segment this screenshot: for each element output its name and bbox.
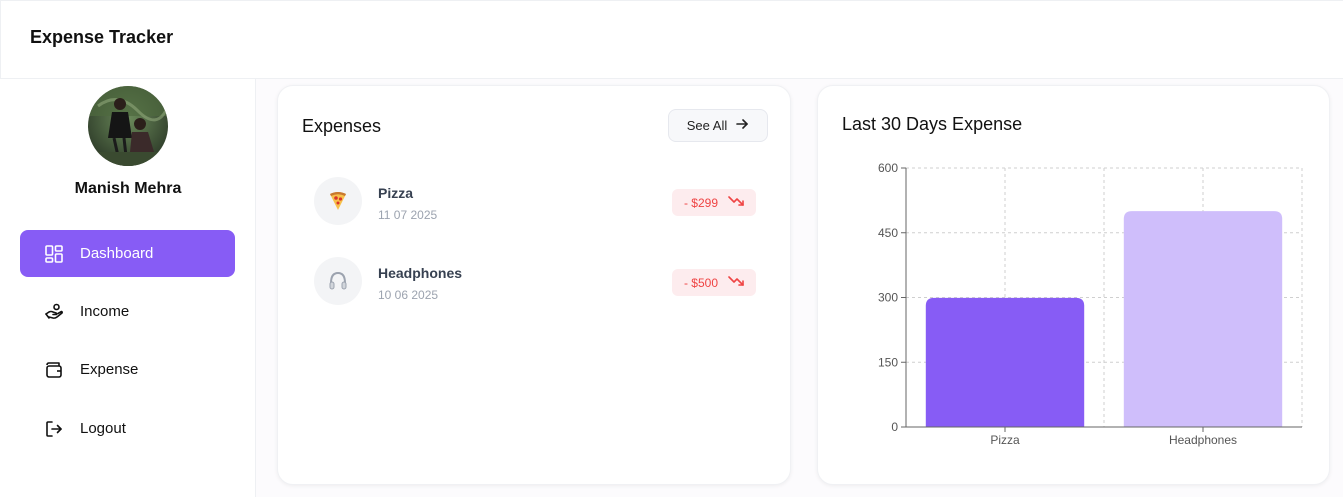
expense-amount-badge: - $299 xyxy=(671,189,756,216)
bar-pizza xyxy=(925,297,1085,427)
x-tick-label: Headphones xyxy=(1169,433,1237,447)
headphones-emoji-icon xyxy=(314,257,362,305)
sidebar-item-income[interactable]: Income xyxy=(20,288,235,335)
y-tick-label: 300 xyxy=(878,291,898,305)
wallet-icon xyxy=(44,360,64,380)
expense-date: 11 07 2025 xyxy=(378,208,438,222)
expenses-card-title: Expenses xyxy=(302,116,382,136)
expense-name: Pizza xyxy=(378,185,414,201)
trending-down-icon xyxy=(728,275,744,290)
sidebar-item-expense[interactable]: Expense xyxy=(20,346,235,393)
sidebar-item-label: Expense xyxy=(80,361,139,378)
expense-name: Headphones xyxy=(378,265,463,281)
top-bar: Expense Tracker xyxy=(0,0,1343,79)
app-title: Expense Tracker xyxy=(30,27,174,47)
expense-amount: - $500 xyxy=(683,275,718,290)
see-all-label: See All xyxy=(686,118,728,133)
user-name: Manish Mehra xyxy=(74,180,182,197)
y-tick-label: 0 xyxy=(891,420,898,434)
sidebar-item-logout[interactable]: Logout xyxy=(20,405,235,452)
expense-bar-chart: 0 150 300 450 600 Pizza Headphones xyxy=(878,161,1303,447)
y-tick-label: 450 xyxy=(878,226,898,240)
y-tick-label: 150 xyxy=(878,355,898,369)
sidebar-item-label: Dashboard xyxy=(80,245,154,262)
x-tick-label: Pizza xyxy=(990,433,1020,447)
sidebar-item-label: Logout xyxy=(80,420,126,437)
expense-amount: - $299 xyxy=(683,195,718,210)
sidebar: Manish Mehra Dashboard Income Expense Lo… xyxy=(0,79,256,497)
avatar xyxy=(88,86,168,166)
expenses-card: Expenses See All Pizza 11 07 2025 - $299 xyxy=(277,85,791,485)
expense-date: 10 06 2025 xyxy=(378,288,439,302)
see-all-button[interactable]: See All xyxy=(668,109,768,142)
logout-icon xyxy=(44,419,64,439)
chart-card: Last 30 Days Expense 0 150 300 450 600 Pizza H… xyxy=(817,85,1330,485)
pizza-emoji-icon xyxy=(314,177,362,225)
expense-list-item[interactable]: Pizza 11 07 2025 - $299 xyxy=(314,177,756,227)
bar-headphones xyxy=(1123,211,1283,427)
arrow-right-icon xyxy=(735,117,749,134)
income-hand-coins-icon xyxy=(44,302,64,322)
y-tick-label: 600 xyxy=(878,161,898,175)
sidebar-item-label: Income xyxy=(80,303,130,320)
sidebar-item-dashboard[interactable]: Dashboard xyxy=(20,230,235,277)
dashboard-icon xyxy=(44,244,64,264)
trending-down-icon xyxy=(728,195,744,210)
expense-amount-badge: - $500 xyxy=(671,269,756,296)
expense-list-item[interactable]: Headphones 10 06 2025 - $500 xyxy=(314,257,756,307)
